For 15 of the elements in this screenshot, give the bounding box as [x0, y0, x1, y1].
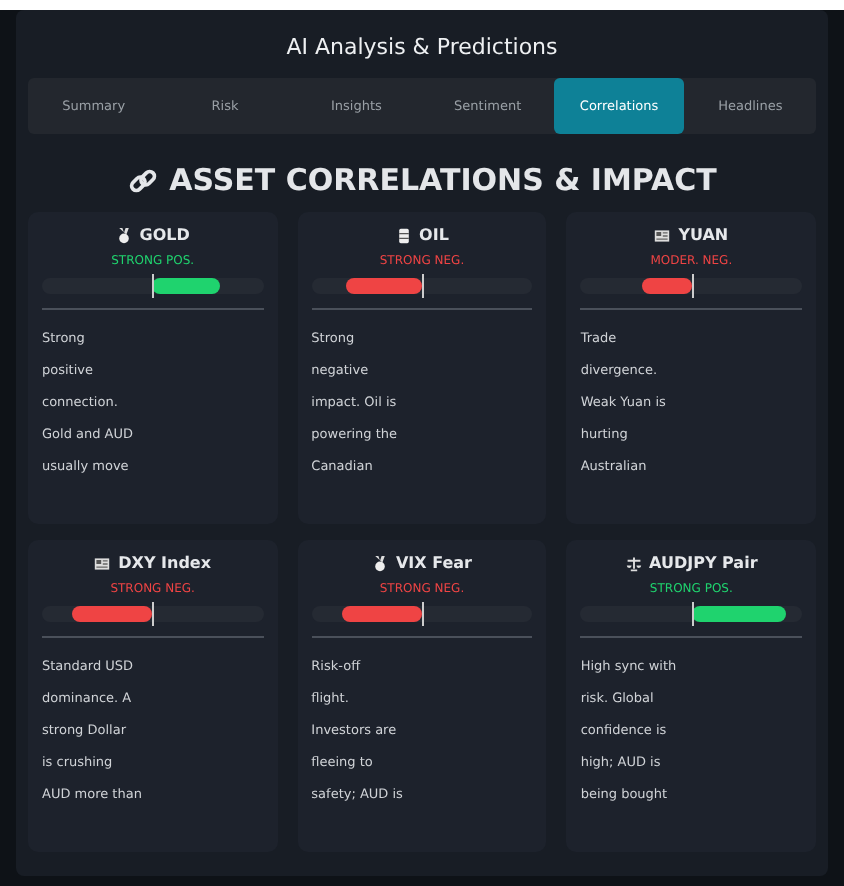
barrel-icon: [395, 227, 412, 243]
medal-icon: [371, 555, 388, 571]
asset-name: GOLD: [139, 226, 190, 244]
asset-name: DXY Index: [118, 554, 212, 572]
flag-icon: [654, 227, 671, 243]
asset-name: YUAN: [678, 226, 729, 244]
asset-name: AUDJPY Pair: [649, 554, 758, 572]
scale-icon: [625, 555, 642, 571]
medal-icon: [115, 227, 132, 243]
asset-name: OIL: [419, 226, 449, 244]
panel-title: AI Analysis & Predictions: [284, 34, 560, 60]
flag-icon: [94, 555, 111, 571]
link-icon: [127, 165, 158, 195]
asset-name: VIX Fear: [395, 554, 472, 572]
section-title: ASSET CORRELATIONS & IMPACT: [169, 162, 717, 198]
